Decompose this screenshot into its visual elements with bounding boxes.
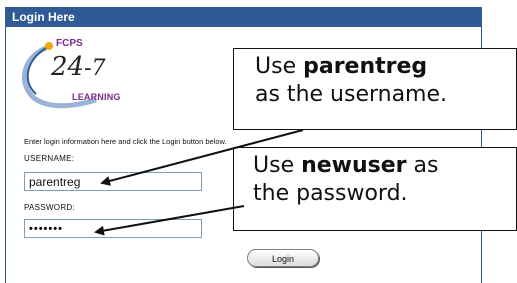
logo-fcps-text: FCPS [56, 38, 83, 49]
login-instructions: Enter login information here and click t… [24, 137, 227, 146]
password-callout: Use newuser as the password. [233, 147, 517, 231]
callout-2-keyword: newuser [301, 153, 407, 178]
panel-header: Login Here [5, 7, 482, 27]
callout-2-suffix: as [406, 153, 439, 178]
callout-2-line-2: the password. [253, 181, 408, 206]
callout-1-line-1: Use parentreg [255, 53, 516, 81]
callout-1-prefix: Use [255, 54, 304, 79]
callout-1-line-2: as the username. [255, 82, 448, 107]
login-button[interactable]: Login [247, 249, 319, 267]
logo-number: 24-7 [51, 52, 106, 82]
logo-dot-icon [45, 42, 53, 50]
password-field[interactable]: ••••••• [24, 219, 202, 238]
logo-number-main: 24 [51, 52, 85, 82]
username-callout: Use parentreg as the username. [233, 48, 517, 130]
callout-2-line-1: Use newuser as [253, 152, 516, 180]
callout-2-prefix: Use [253, 153, 302, 178]
username-label: USERNAME: [24, 154, 75, 163]
fcps-24-7-learning-logo: FCPS 24-7 LEARNING [16, 36, 140, 110]
logo-tagline: LEARNING [72, 92, 121, 102]
callout-1-keyword: parentreg [303, 54, 428, 79]
password-label: PASSWORD: [24, 203, 76, 212]
logo-number-suffix: -7 [84, 56, 106, 81]
username-field[interactable]: parentreg [24, 172, 202, 191]
